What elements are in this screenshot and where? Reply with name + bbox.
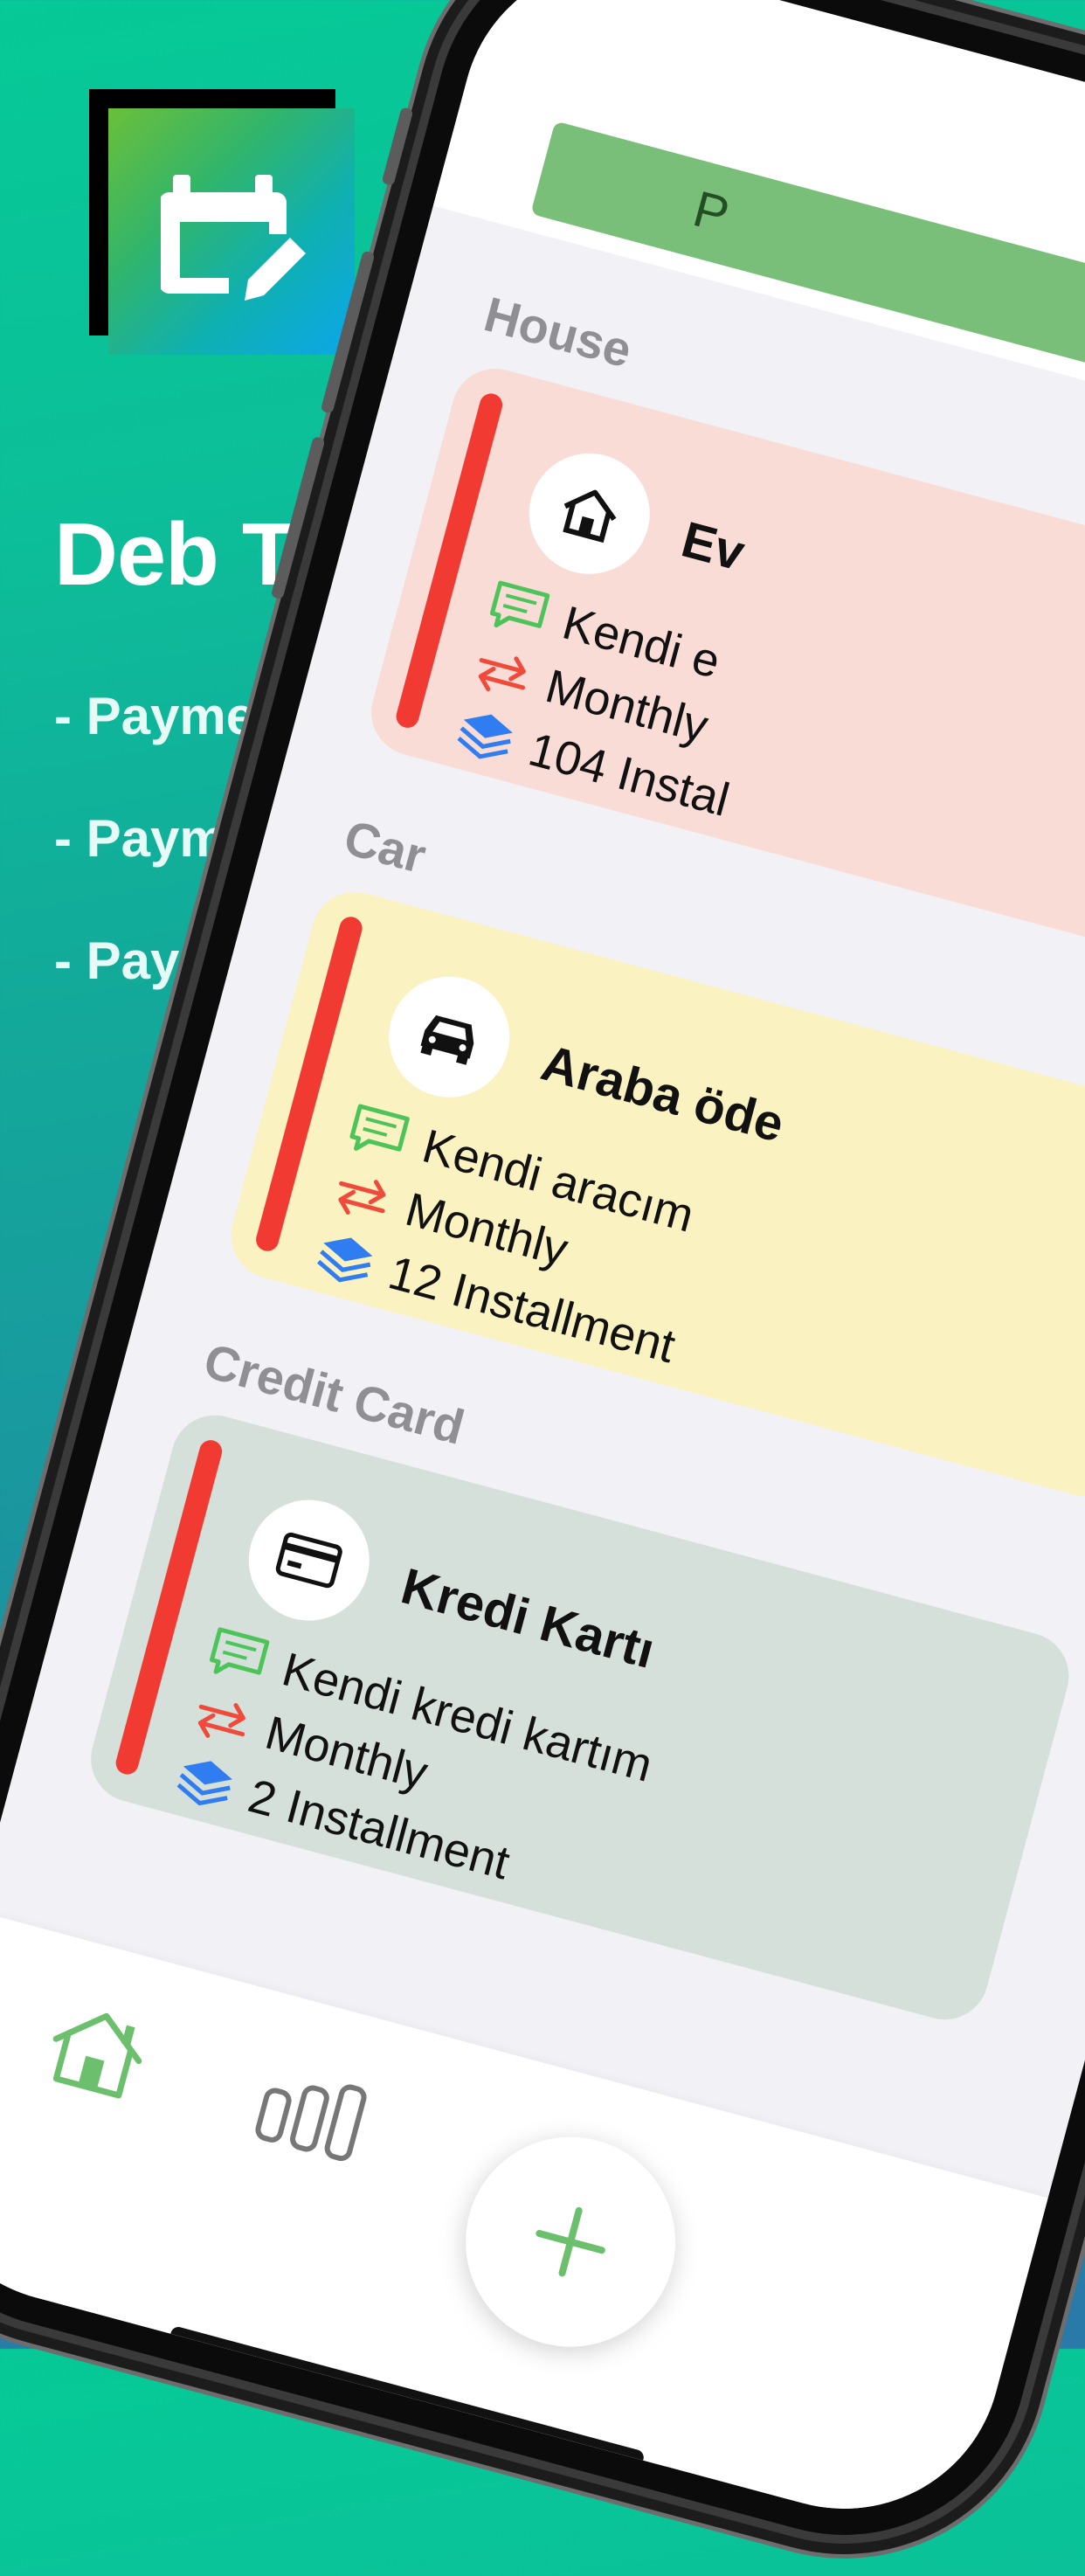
layers-icon bbox=[316, 1237, 373, 1283]
bar-chart-icon bbox=[255, 2084, 367, 2162]
debt-card-house[interactable]: Ev Kendi e Monthly 104 Instal bbox=[361, 358, 1085, 983]
house-icon bbox=[563, 489, 617, 544]
card-icon-circle bbox=[375, 963, 523, 1111]
repeat-icon bbox=[338, 1180, 386, 1215]
phone-side-button bbox=[381, 107, 414, 186]
comment-icon bbox=[489, 580, 550, 628]
section-label-car: Car bbox=[338, 809, 432, 884]
card-icon-circle bbox=[515, 440, 664, 588]
phone-screen: P House Ev Kendi e Monthly 104 Instal Ca… bbox=[0, 0, 1085, 2545]
plus-icon bbox=[536, 2206, 605, 2277]
debt-card-credit-card[interactable]: Kredi Kartı Kendi kredi kartım Monthly 2… bbox=[80, 1405, 1079, 2030]
layers-icon bbox=[457, 714, 513, 759]
layers-icon bbox=[176, 1761, 232, 1806]
credit-card-icon bbox=[275, 1532, 342, 1589]
home-icon bbox=[52, 2012, 142, 2099]
card-title: Ev bbox=[675, 510, 751, 582]
car-icon bbox=[420, 1014, 474, 1065]
card-icon-circle bbox=[235, 1486, 384, 1635]
add-debt-button[interactable] bbox=[442, 2113, 700, 2371]
tab-stats[interactable] bbox=[249, 2062, 371, 2170]
comment-icon bbox=[209, 1627, 270, 1675]
calendar-edit-icon bbox=[161, 175, 306, 301]
app-logo bbox=[89, 89, 355, 355]
phone-mockup: P House Ev Kendi e Monthly 104 Instal Ca… bbox=[0, 0, 1085, 2576]
card-title: Kredi Kartı bbox=[395, 1557, 660, 1679]
repeat-icon bbox=[197, 1703, 245, 1738]
tab-home[interactable] bbox=[38, 1997, 155, 2110]
section-label-house: House bbox=[479, 286, 638, 378]
logo-tile bbox=[108, 108, 355, 355]
card-title: Araba öde bbox=[536, 1034, 790, 1153]
repeat-icon bbox=[478, 656, 526, 692]
comment-icon bbox=[349, 1104, 410, 1152]
